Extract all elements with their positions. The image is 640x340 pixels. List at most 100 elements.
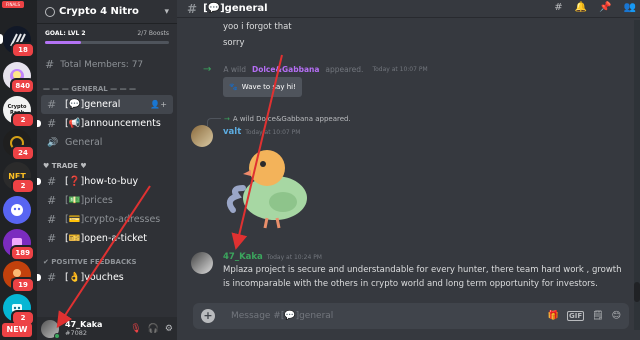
category-trade[interactable]: ♥ TRADE ♥ xyxy=(37,160,177,172)
server-header[interactable]: Crypto 4 Nitro ▾ xyxy=(37,0,177,24)
channel-label: [👌]vouches xyxy=(65,272,124,283)
wave-button[interactable]: 🐾 Wave to say hi! xyxy=(223,77,302,97)
server-icon-nft[interactable]: NFT 2 xyxy=(3,162,35,194)
server-icon-9[interactable]: 2 xyxy=(3,294,35,326)
hash-icon: # xyxy=(187,1,198,16)
hash-icon: # xyxy=(47,213,57,226)
hash-icon: # xyxy=(47,98,57,111)
new-button[interactable]: NEW xyxy=(2,323,32,337)
server-icon-2[interactable]: 840 xyxy=(3,62,35,94)
timestamp: Today at 10:07 PM xyxy=(372,66,428,73)
scrollbar[interactable] xyxy=(634,20,640,330)
gear-icon[interactable]: ⚙ xyxy=(165,324,173,334)
gif-icon[interactable]: GIF xyxy=(567,311,585,321)
reply-reference[interactable]: → A wild Dolce&Gabbana appeared. xyxy=(207,112,351,126)
boost-count: 2/7 Boosts xyxy=(137,30,169,37)
boost-goal[interactable]: GOAL: LVL 2 2/7 Boosts xyxy=(37,24,177,39)
join-arrow-icon: → xyxy=(203,64,212,75)
username: 47_Kaka xyxy=(65,319,103,329)
speaker-icon: 🔊 xyxy=(47,137,59,148)
server-badge-icon xyxy=(45,6,55,17)
channel-voice-general[interactable]: 🔊 General xyxy=(41,133,173,152)
category-feedbacks[interactable]: ✔ POSITIVE FEEDBACKS xyxy=(37,256,177,268)
avatar[interactable] xyxy=(191,252,213,274)
channel-open-a-ticket[interactable]: # [🎫]open-a-ticket xyxy=(41,229,173,248)
hash-icon: # xyxy=(47,232,57,245)
emoji-icon[interactable]: 😊 xyxy=(612,311,621,321)
timestamp: Today at 10:07 PM xyxy=(245,129,301,136)
sticker-icon[interactable]: 🗒 xyxy=(592,311,603,321)
author-name[interactable]: valt xyxy=(223,127,241,137)
channel-prices[interactable]: # [💵]prices xyxy=(41,191,173,210)
pin-icon[interactable]: 📌 xyxy=(599,2,611,13)
channel-sidebar: Crypto 4 Nitro ▾ GOAL: LVL 2 2/7 Boosts … xyxy=(37,0,177,340)
channel-how-to-buy[interactable]: # [❓]how-to-buy xyxy=(37,172,173,191)
mention-badge: 24 xyxy=(11,145,35,161)
online-status-dot xyxy=(54,332,60,339)
boost-progress-fill xyxy=(45,41,81,44)
composer-placeholder: Message #[💬]general xyxy=(231,311,334,321)
unread-dot xyxy=(37,178,41,185)
server-icon-1[interactable]: 18 xyxy=(3,26,35,58)
sys-user-name[interactable]: Dolce&Gabbana xyxy=(252,65,319,74)
category-feedbacks-label: ✔ POSITIVE FEEDBACKS xyxy=(43,258,137,266)
channel-label: [💵]prices xyxy=(65,195,113,206)
system-join-message: → A wild Dolce&Gabbana appeared. Today a… xyxy=(203,64,428,75)
user-tag: #7082 xyxy=(65,328,87,337)
channel-label: [📢]announcements xyxy=(65,118,161,129)
total-members-label: Total Members: 77 xyxy=(60,59,144,70)
message-text: Mplaza project is secure and understanda… xyxy=(223,265,622,289)
mute-mic-icon[interactable]: 🎙 xyxy=(130,324,141,334)
server-icon-8[interactable]: 19 xyxy=(3,261,35,293)
user-info[interactable]: 47_Kaka #7082 xyxy=(65,320,130,338)
sys-suffix: appeared. xyxy=(325,65,364,74)
invite-icon[interactable]: 👤+ xyxy=(150,100,167,109)
bell-icon[interactable]: 🔔 xyxy=(575,2,587,13)
channel-label: [💳]crypto-adresses xyxy=(65,214,161,225)
add-attachment-icon[interactable]: + xyxy=(201,309,215,323)
server-icon-6[interactable] xyxy=(3,196,31,224)
goal-label: GOAL: LVL 2 xyxy=(45,30,86,37)
bird-sticker xyxy=(226,150,307,229)
message-text: sorry xyxy=(223,38,245,48)
avatar[interactable] xyxy=(41,319,60,339)
unread-dot xyxy=(37,274,41,281)
chat-area: # [💬]general # 🔔 📌 👥 yoo i forgot that s… xyxy=(177,0,640,340)
chevron-down-icon: ▾ xyxy=(164,6,169,17)
scrollbar-thumb[interactable] xyxy=(634,282,640,302)
gift-icon[interactable]: 🎁 xyxy=(548,311,559,321)
channel-crypto-adresses[interactable]: # [💳]crypto-adresses xyxy=(41,210,173,229)
server-icon-7[interactable]: 189 xyxy=(3,229,35,261)
unread-dot xyxy=(37,120,41,127)
category-general[interactable]: — — — GENERAL — — — xyxy=(37,83,177,95)
channel-general[interactable]: # [💬]general 👤+ xyxy=(41,95,173,114)
wave-label: Wave to say hi! xyxy=(241,83,296,91)
reply-arrow-icon: → xyxy=(224,115,230,123)
finals-badge: FINALS xyxy=(2,1,24,8)
hash-icon: # xyxy=(47,194,57,207)
server-icon-crypto-rank[interactable]: Crypto Rank 2 xyxy=(3,96,35,128)
channel-announcements[interactable]: # [📢]announcements xyxy=(37,114,173,133)
server-icon-4[interactable]: 24 xyxy=(3,129,35,161)
mascot-icon xyxy=(11,204,23,216)
server-name: Crypto 4 Nitro xyxy=(59,6,139,17)
author-name[interactable]: 47_Kaka xyxy=(223,252,263,262)
channel-vouches[interactable]: # [👌]vouches xyxy=(37,268,173,287)
threads-icon[interactable]: # xyxy=(554,2,562,13)
reply-text: A wild Dolce&Gabbana appeared. xyxy=(232,115,351,123)
boost-progress-bar xyxy=(45,41,169,44)
mention-badge: 189 xyxy=(10,245,35,261)
timestamp: Today at 10:24 PM xyxy=(266,254,322,261)
reply-curve xyxy=(207,118,221,126)
user-panel: 47_Kaka #7082 🎙 🎧 ⚙ xyxy=(37,317,177,340)
member-list-icon[interactable]: 👥 xyxy=(624,2,636,13)
message-author: 47_Kaka Today at 10:24 PM xyxy=(223,252,322,262)
hash-icon: # xyxy=(47,271,57,284)
header-toolbar: # 🔔 📌 👥 xyxy=(554,2,636,13)
message-composer[interactable]: + Message #[💬]general 🎁 GIF 🗒 😊 xyxy=(193,303,629,329)
channel-label: General xyxy=(65,137,103,148)
hash-icon: # xyxy=(47,117,57,130)
avatar[interactable] xyxy=(191,125,213,147)
channel-title: [💬]general xyxy=(203,3,268,14)
headphones-icon[interactable]: 🎧 xyxy=(148,324,159,334)
